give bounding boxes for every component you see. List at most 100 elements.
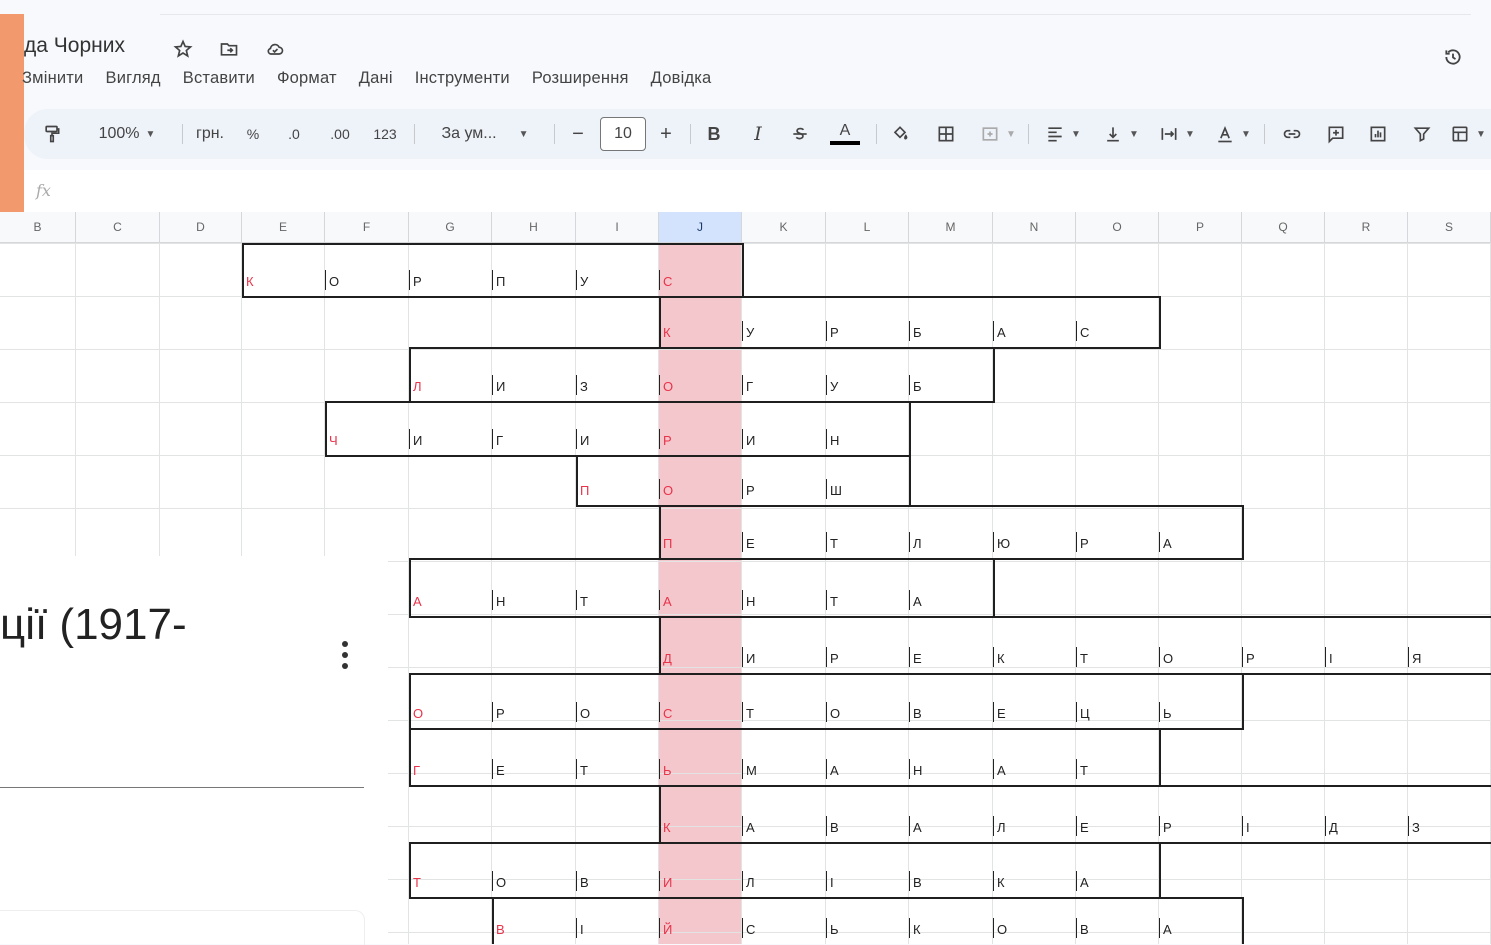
- column-header-d[interactable]: D: [160, 212, 242, 242]
- font-size-input[interactable]: 10: [600, 117, 646, 151]
- crossword-cell[interactable]: У: [826, 379, 909, 394]
- crossword-cell[interactable]: К: [659, 325, 742, 340]
- insert-chart-icon[interactable]: [1364, 109, 1392, 159]
- crossword-cell[interactable]: К: [993, 651, 1076, 666]
- column-header-c[interactable]: C: [76, 212, 160, 242]
- crossword-cell[interactable]: Р: [1242, 651, 1325, 666]
- crossword-cell[interactable]: Р: [1159, 820, 1242, 835]
- column-header-f[interactable]: F: [325, 212, 409, 242]
- font-family-select[interactable]: За ум... ▼: [426, 109, 544, 159]
- text-color-button[interactable]: A: [828, 109, 862, 159]
- crossword-cell[interactable]: І: [1325, 651, 1408, 666]
- version-history-icon[interactable]: [1440, 44, 1466, 70]
- crossword-cell[interactable]: Ь: [826, 922, 909, 937]
- crossword-cell[interactable]: К: [659, 820, 742, 835]
- crossword-cell[interactable]: В: [576, 875, 659, 890]
- crossword-cell[interactable]: В: [909, 706, 993, 721]
- font-size-increase-button[interactable]: +: [652, 109, 680, 159]
- column-header-q[interactable]: Q: [1242, 212, 1325, 242]
- crossword-cell[interactable]: О: [325, 274, 409, 289]
- crossword-cell[interactable]: Р: [409, 274, 492, 289]
- crossword-cell[interactable]: П: [659, 536, 742, 551]
- insert-link-icon[interactable]: [1278, 109, 1306, 159]
- crossword-cell[interactable]: О: [659, 379, 742, 394]
- paint-format-icon[interactable]: [38, 109, 66, 159]
- crossword-cell[interactable]: Т: [826, 536, 909, 551]
- crossword-cell[interactable]: Р: [826, 651, 909, 666]
- crossword-cell[interactable]: Р: [742, 483, 826, 498]
- crossword-cell[interactable]: Д: [1325, 820, 1408, 835]
- column-header-n[interactable]: N: [993, 212, 1076, 242]
- formula-bar[interactable]: fx: [24, 170, 1491, 213]
- crossword-cell[interactable]: О: [409, 706, 492, 721]
- crossword-cell[interactable]: Ь: [1159, 706, 1242, 721]
- crossword-cell[interactable]: Т: [826, 594, 909, 609]
- menu-tools[interactable]: Інструменти: [415, 69, 510, 88]
- crossword-cell[interactable]: О: [659, 483, 742, 498]
- menu-data[interactable]: Дані: [359, 69, 393, 88]
- crossword-cell[interactable]: А: [659, 594, 742, 609]
- increase-decimals-button[interactable]: .00: [322, 109, 358, 159]
- crossword-cell[interactable]: І: [826, 875, 909, 890]
- crossword-cell[interactable]: Ш: [826, 483, 909, 498]
- crossword-cell[interactable]: Т: [1076, 651, 1159, 666]
- crossword-cell[interactable]: И: [742, 651, 826, 666]
- crossword-cell[interactable]: П: [492, 274, 576, 289]
- column-header-o[interactable]: O: [1076, 212, 1159, 242]
- crossword-cell[interactable]: Т: [576, 763, 659, 778]
- crossword-cell[interactable]: Н: [742, 594, 826, 609]
- column-header-h[interactable]: H: [492, 212, 576, 242]
- text-rotation-icon[interactable]: ▼: [1210, 109, 1256, 159]
- crossword-cell[interactable]: С: [659, 274, 742, 289]
- column-header-g[interactable]: G: [409, 212, 492, 242]
- column-header-k[interactable]: K: [742, 212, 826, 242]
- crossword-cell[interactable]: О: [576, 706, 659, 721]
- crossword-cell[interactable]: М: [742, 763, 826, 778]
- crossword-cell[interactable]: Ь: [659, 763, 742, 778]
- crossword-cell[interactable]: А: [409, 594, 492, 609]
- crossword-cell[interactable]: А: [993, 763, 1076, 778]
- crossword-cell[interactable]: А: [826, 763, 909, 778]
- cloud-saved-icon[interactable]: [262, 36, 288, 62]
- crossword-cell[interactable]: К: [909, 922, 993, 937]
- crossword-cell[interactable]: Ч: [325, 433, 409, 448]
- crossword-cell[interactable]: Т: [1076, 763, 1159, 778]
- menu-insert[interactable]: Вставити: [183, 69, 255, 88]
- crossword-cell[interactable]: О: [993, 922, 1076, 937]
- star-icon[interactable]: [170, 36, 196, 62]
- merge-cells-icon[interactable]: ▼: [976, 109, 1020, 159]
- crossword-cell[interactable]: В: [1076, 922, 1159, 937]
- filter-icon[interactable]: [1408, 109, 1436, 159]
- crossword-cell[interactable]: С: [659, 706, 742, 721]
- column-header-j[interactable]: J: [659, 212, 742, 242]
- crossword-cell[interactable]: Е: [742, 536, 826, 551]
- column-header-s[interactable]: S: [1408, 212, 1491, 242]
- zoom-select[interactable]: 100% ▼: [82, 109, 172, 159]
- vertical-align-icon[interactable]: ▼: [1098, 109, 1144, 159]
- column-header-l[interactable]: L: [826, 212, 909, 242]
- currency-format-button[interactable]: грн.: [190, 109, 230, 159]
- crossword-cell[interactable]: Р: [826, 325, 909, 340]
- menu-view[interactable]: Вигляд: [105, 69, 160, 88]
- crossword-cell[interactable]: В: [826, 820, 909, 835]
- crossword-cell[interactable]: Е: [909, 651, 993, 666]
- column-header-r[interactable]: R: [1325, 212, 1408, 242]
- crossword-cell[interactable]: Р: [1076, 536, 1159, 551]
- crossword-cell[interactable]: З: [576, 379, 659, 394]
- crossword-cell[interactable]: Е: [993, 706, 1076, 721]
- crossword-cell[interactable]: Р: [492, 706, 576, 721]
- bold-button[interactable]: B: [700, 109, 728, 159]
- crossword-cell[interactable]: У: [742, 325, 826, 340]
- column-header-p[interactable]: P: [1159, 212, 1242, 242]
- menu-edit[interactable]: Змінити: [22, 69, 83, 88]
- crossword-cell[interactable]: Д: [659, 651, 742, 666]
- strikethrough-button[interactable]: [786, 109, 814, 159]
- crossword-cell[interactable]: Б: [909, 379, 993, 394]
- crossword-cell[interactable]: А: [909, 594, 993, 609]
- crossword-cell[interactable]: Г: [492, 433, 576, 448]
- crossword-cell[interactable]: Р: [659, 433, 742, 448]
- column-header-b[interactable]: B: [0, 212, 76, 242]
- filter-views-icon[interactable]: ▼: [1446, 109, 1490, 159]
- crossword-cell[interactable]: И: [492, 379, 576, 394]
- crossword-cell[interactable]: Н: [909, 763, 993, 778]
